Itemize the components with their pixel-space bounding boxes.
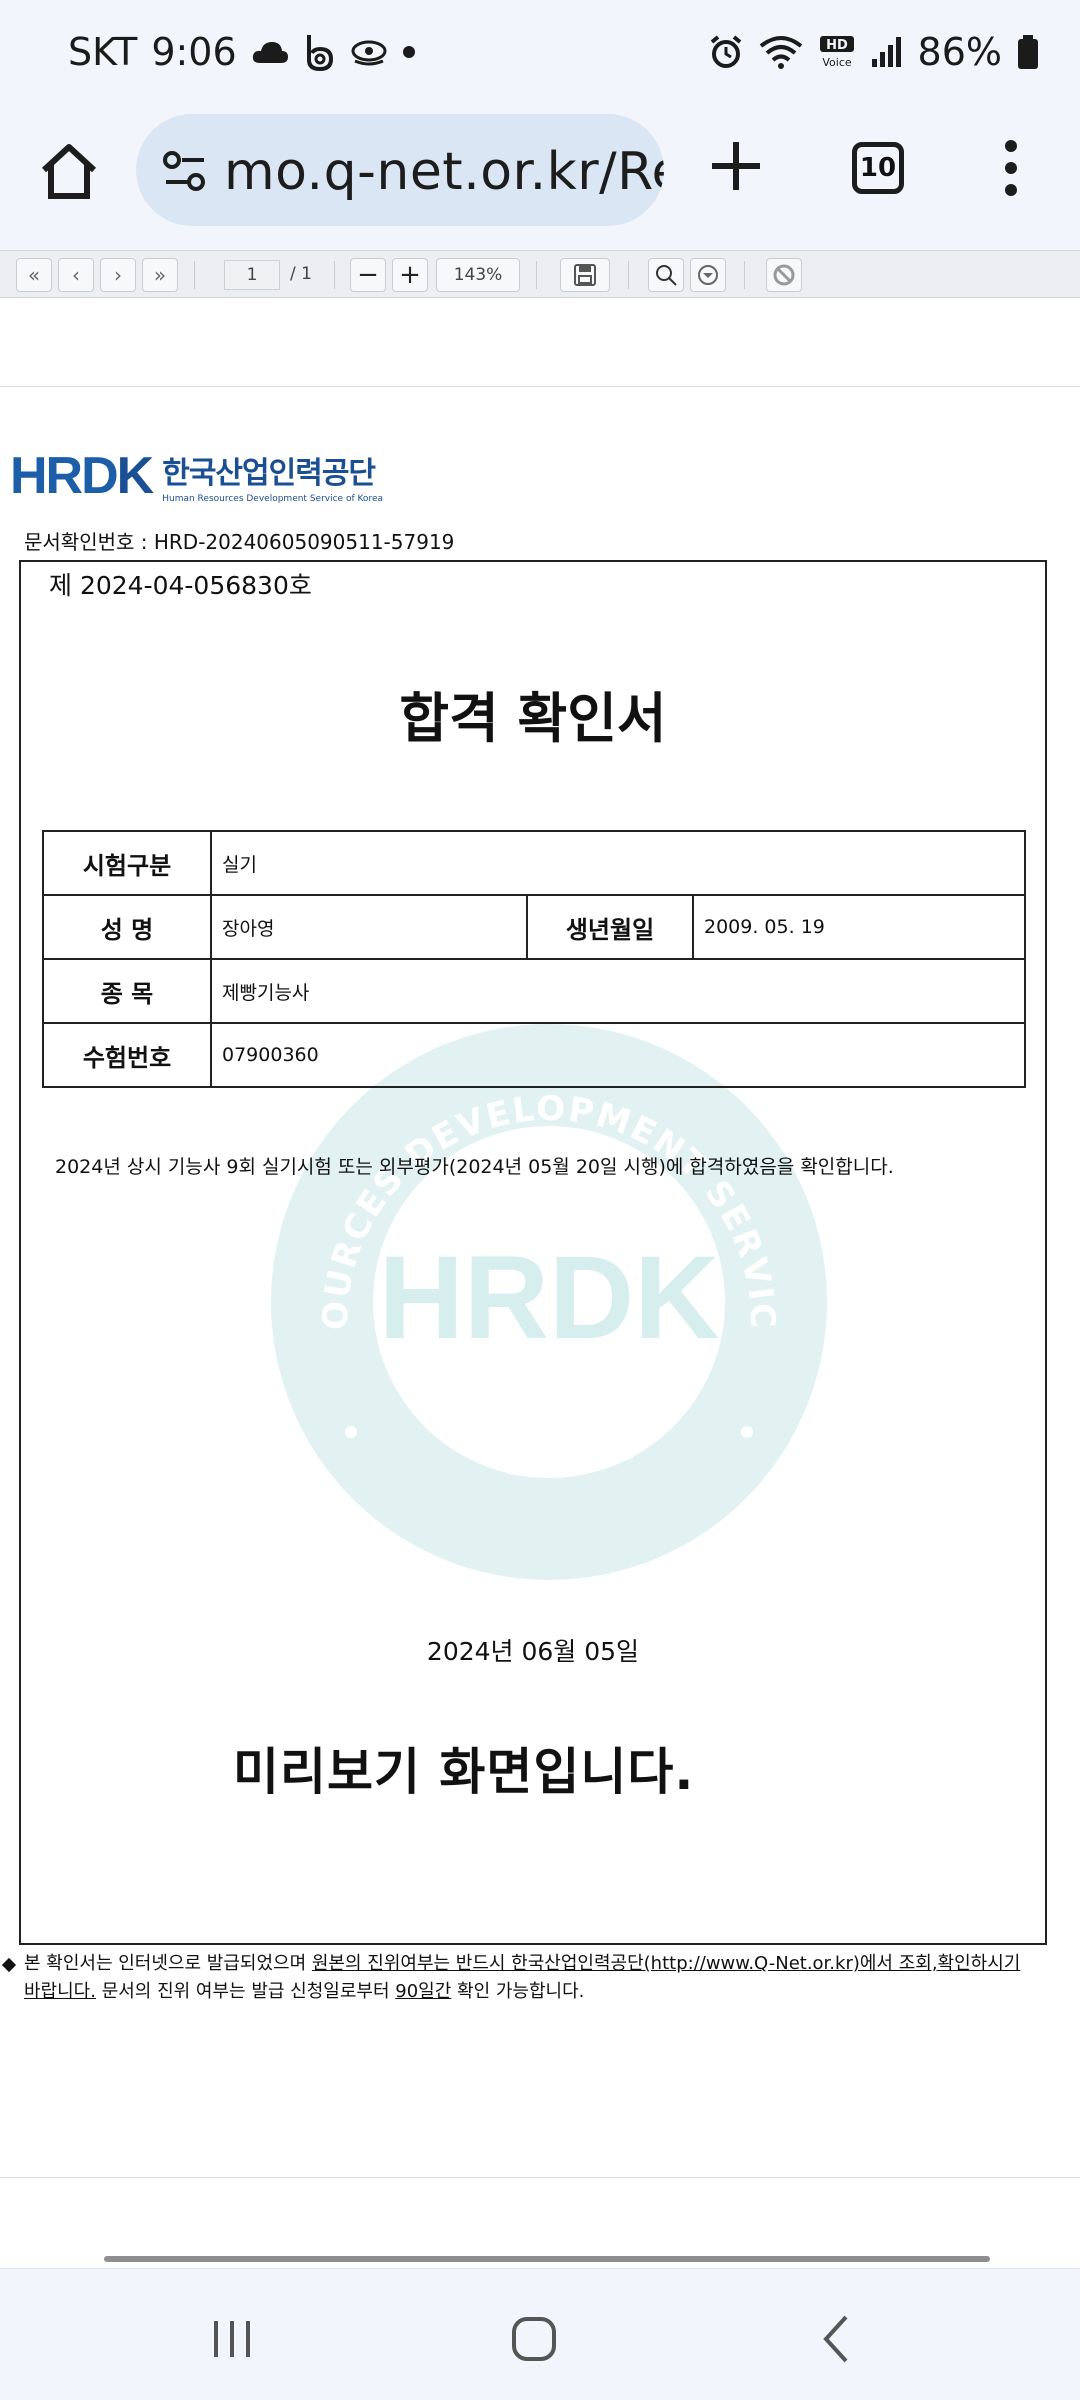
signal-icon [871, 37, 901, 67]
system-navigation-bar [0, 2268, 1080, 2400]
bullet-diamond-icon [1, 1957, 17, 1973]
back-nav-icon[interactable] [808, 2309, 868, 2369]
recent-apps-icon[interactable] [202, 2309, 262, 2369]
certificate-title: 합격 확인서 [399, 687, 667, 750]
birth-date-value: 2009. 05. 19 [692, 894, 1026, 960]
certificate-number: 제 2024-04-056830호 [49, 571, 312, 600]
table-row: 시험구분 실기 [42, 830, 1026, 896]
issue-date: 2024년 06월 05일 [426, 1637, 640, 1666]
new-tab-plus-icon[interactable] [706, 136, 766, 196]
page-bottom-divider [0, 2177, 1080, 2178]
page-top-divider [0, 386, 1080, 387]
certificate-body-text: 2024년 상시 기능사 9회 실기시험 또는 외부평가(2024년 05월 2… [55, 1156, 894, 1178]
footer-text-1: 본 확인서는 인터넷으로 발급되었으며 [24, 1953, 312, 1974]
toolbar-divider [744, 261, 745, 289]
home-nav-icon[interactable] [504, 2309, 564, 2369]
home-icon[interactable] [38, 140, 100, 202]
hrdk-logo: HRDK 한국산업인력공단 Human Resources Developmen… [10, 446, 383, 506]
watermark-logo-text: HRDK [379, 1232, 720, 1364]
cloud-icon [252, 42, 288, 63]
url-text[interactable]: mo.q-net.or.kr/Rep [224, 142, 664, 202]
logo-korean-name: 한국산업인력공단 [162, 456, 376, 491]
horizontal-scrollbar[interactable] [104, 2256, 990, 2262]
toolbar-divider [628, 261, 629, 289]
b-app-icon [306, 35, 333, 72]
status-right: HD Voice 86% [708, 30, 1040, 74]
footer-text-5: 확인 가능합니다. [451, 1981, 585, 2002]
table-row: 수험번호 07900360 [42, 1022, 1026, 1088]
eye-icon [351, 40, 387, 66]
carrier-label: SKT [68, 30, 138, 74]
exam-number-label: 수험번호 [42, 1022, 212, 1088]
page-total: / 1 [290, 264, 312, 284]
find-options-icon[interactable] [690, 258, 726, 292]
pdf-document-page: HRDK 한국산업인력공단 Human Resources Developmen… [0, 298, 1080, 2268]
pdf-viewer-toolbar: « ‹ › » 1 / 1 − + 143% [0, 250, 1080, 298]
name-label: 성 명 [42, 894, 212, 960]
certificate-frame: 제 2024-04-056830호 합격 확인서 HUMAN RESOURCES… [19, 560, 1047, 1945]
logo-text: 한국산업인력공단 Human Resources Development Ser… [162, 448, 383, 504]
site-settings-icon[interactable] [162, 148, 208, 194]
subject-value: 제빵기능사 [210, 958, 1026, 1024]
page-number-input[interactable]: 1 [224, 260, 280, 290]
search-icon[interactable] [648, 258, 684, 292]
save-icon[interactable] [560, 258, 610, 292]
address-bar[interactable]: mo.q-net.or.kr/Rep [136, 114, 664, 226]
table-row: 성 명 장아영 생년월일 2009. 05. 19 [42, 894, 1026, 960]
more-menu-icon[interactable] [996, 138, 1026, 198]
preview-notice: 미리보기 화면입니다. [233, 1743, 695, 1801]
tab-switcher-button[interactable]: 10 [852, 142, 904, 194]
footer-text-3: 문서의 진위 여부는 발급 신청일로부터 [95, 1981, 396, 2002]
first-page-icon[interactable]: « [16, 258, 52, 292]
zoom-select[interactable]: 143% [436, 258, 520, 292]
clock: 9:06 [151, 30, 237, 74]
name-value: 장아영 [210, 894, 528, 960]
browser-toolbar: mo.q-net.or.kr/Rep 10 [0, 108, 1080, 250]
status-left: SKT 9:06 [68, 30, 417, 74]
dot-icon [402, 46, 415, 58]
exam-number-value: 07900360 [210, 1022, 1026, 1088]
subject-label: 종 목 [42, 958, 212, 1024]
hd-voice-icon: HD Voice [819, 36, 854, 69]
certificate-info-table: 시험구분 실기 성 명 장아영 생년월일 2009. 05. 19 종 목 제빵… [42, 830, 1026, 1088]
battery-icon [1018, 35, 1038, 69]
battery-percent: 86% [917, 30, 1002, 74]
table-row: 종 목 제빵기능사 [42, 958, 1026, 1024]
exam-type-value: 실기 [210, 830, 1026, 896]
hrdk-watermark-seal: HUMAN RESOURCES DEVELOPMENT SERVICE OF K… [269, 1022, 827, 1580]
alarm-icon [710, 35, 741, 68]
toolbar-divider [334, 261, 335, 289]
wifi-icon [759, 36, 802, 69]
last-page-icon[interactable]: » [142, 258, 178, 292]
hrdk-logo-mark: HRDK [10, 447, 154, 505]
svg-text:HD: HD [826, 38, 848, 53]
logo-english-name: Human Resources Development Service of K… [162, 494, 383, 504]
toolbar-divider [536, 261, 537, 289]
footer-validity-period: 90일간 [395, 1981, 452, 2002]
exam-type-label: 시험구분 [42, 830, 212, 896]
document-confirm-number: 문서확인번호 : HRD-20240605090511-57919 [24, 530, 455, 554]
toolbar-divider [194, 261, 195, 289]
disabled-action-icon[interactable] [766, 258, 802, 292]
birth-date-label: 생년월일 [526, 894, 694, 960]
status-bar: SKT 9:06 HD Voice 86% [0, 0, 1080, 108]
prev-page-icon[interactable]: ‹ [58, 258, 94, 292]
footer-disclaimer: 본 확인서는 인터넷으로 발급되었으며 원본의 진위여부는 반드시 한국산업인력… [1, 1950, 1034, 2006]
svg-text:Voice: Voice [822, 56, 852, 69]
next-page-icon[interactable]: › [100, 258, 136, 292]
zoom-in-icon[interactable]: + [392, 258, 428, 292]
zoom-out-icon[interactable]: − [350, 258, 386, 292]
